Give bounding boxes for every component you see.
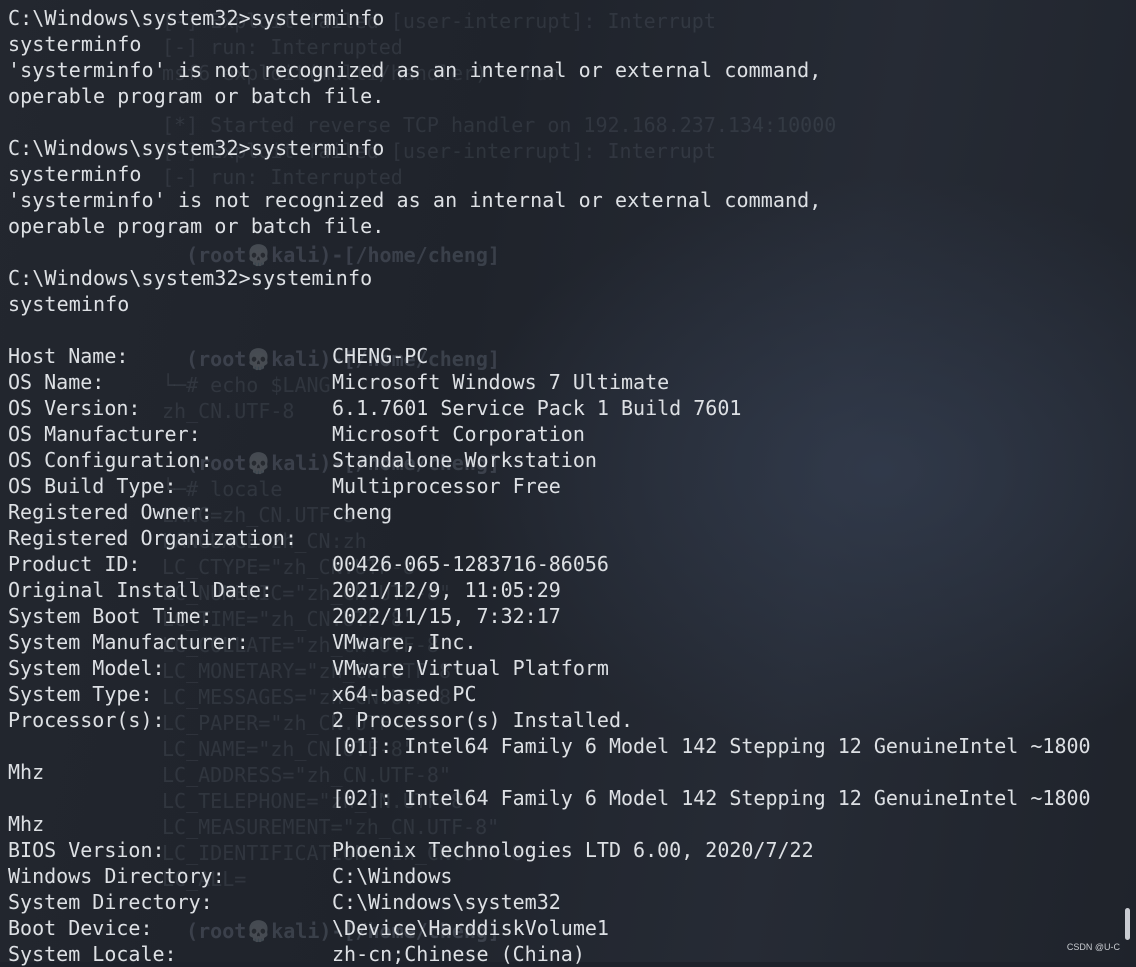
systeminfo-value: C:\Windows	[332, 864, 453, 888]
systeminfo-label: Windows Directory:	[8, 864, 225, 888]
scrollbar-thumb[interactable]	[1125, 908, 1130, 940]
systeminfo-label: BIOS Version:	[8, 838, 165, 862]
terminal-line: C:\Windows\system32>systerminfo	[8, 6, 385, 30]
systeminfo-value: [01]: Intel64 Family 6 Model 142 Steppin…	[332, 734, 1091, 758]
terminal-line: operable program or batch file.	[8, 84, 385, 108]
systeminfo-row: OS Build Type: Multiprocessor Free	[8, 473, 1108, 499]
systeminfo-row: OS Manufacturer: Microsoft Corporation	[8, 421, 1108, 447]
terminal-line: operable program or batch file.	[8, 214, 385, 238]
systeminfo-value: 6.1.7601 Service Pack 1 Build 7601	[332, 396, 742, 420]
systeminfo-label: System Manufacturer:	[8, 630, 249, 654]
terminal-line: 'systerminfo' is not recognized as an in…	[8, 58, 822, 82]
terminal-line: systerminfo	[8, 32, 142, 56]
systeminfo-label: Mhz	[8, 812, 45, 836]
systeminfo-label	[8, 733, 332, 759]
systeminfo-row: System Locale: zh-cn;Chinese (China)	[8, 941, 1108, 967]
systeminfo-label	[8, 785, 332, 811]
systeminfo-label: Registered Organization:	[8, 526, 297, 550]
systeminfo-label: Boot Device:	[8, 916, 153, 940]
systeminfo-row: [01]: Intel64 Family 6 Model 142 Steppin…	[8, 733, 1108, 759]
systeminfo-value: 2 Processor(s) Installed.	[332, 708, 634, 732]
systeminfo-row: System Model: VMware Virtual Platform	[8, 655, 1108, 681]
systeminfo-label: OS Configuration:	[8, 448, 213, 472]
systeminfo-value: VMware Virtual Platform	[332, 656, 609, 680]
systeminfo-row: Boot Device: \Device\HarddiskVolume1	[8, 915, 1108, 941]
systeminfo-label: OS Manufacturer:	[8, 422, 201, 446]
systeminfo-row: [02]: Intel64 Family 6 Model 142 Steppin…	[8, 785, 1108, 811]
systeminfo-value: Microsoft Corporation	[332, 422, 585, 446]
systeminfo-value: zh-cn;Chinese (China)	[332, 942, 585, 966]
terminal-line: systerminfo	[8, 162, 142, 186]
systeminfo-row: System Manufacturer: VMware, Inc.	[8, 629, 1108, 655]
watermark: CSDN @U-C	[1066, 942, 1120, 952]
terminal-output[interactable]: C:\Windows\system32>systerminfo systermin…	[8, 5, 1108, 967]
systeminfo-value: \Device\HarddiskVolume1	[332, 916, 609, 940]
systeminfo-value: Phoenix Technologies LTD 6.00, 2020/7/22	[332, 838, 814, 862]
systeminfo-label: System Directory:	[8, 890, 213, 914]
systeminfo-row: Mhz	[8, 759, 1108, 785]
systeminfo-value: VMware, Inc.	[332, 630, 477, 654]
systeminfo-row: OS Configuration: Standalone Workstation	[8, 447, 1108, 473]
systeminfo-row: Registered Owner: cheng	[8, 499, 1108, 525]
systeminfo-value: Multiprocessor Free	[332, 474, 561, 498]
systeminfo-label: OS Name:	[8, 370, 105, 394]
systeminfo-row: OS Version: 6.1.7601 Service Pack 1 Build…	[8, 395, 1108, 421]
systeminfo-row: System Boot Time: 2022/11/15, 7:32:17	[8, 603, 1108, 629]
systeminfo-label: Original Install Date:	[8, 578, 273, 602]
systeminfo-label: Host Name:	[8, 344, 129, 368]
systeminfo-label: OS Version:	[8, 396, 141, 420]
terminal-line: C:\Windows\system32>systeminfo	[8, 266, 373, 290]
systeminfo-label: Mhz	[8, 760, 45, 784]
systeminfo-label: System Type:	[8, 682, 153, 706]
systeminfo-value: Microsoft Windows 7 Ultimate	[332, 370, 670, 394]
systeminfo-value: 2021/12/9, 11:05:29	[332, 578, 561, 602]
systeminfo-row: BIOS Version: Phoenix Technologies LTD 6.…	[8, 837, 1108, 863]
systeminfo-value: cheng	[332, 500, 393, 524]
systeminfo-row: Windows Directory: C:\Windows	[8, 863, 1108, 889]
systeminfo-label: Registered Owner:	[8, 500, 213, 524]
terminal-line: systeminfo	[8, 292, 130, 316]
terminal-scrollbar[interactable]	[1122, 0, 1134, 962]
terminal-line: 'systerminfo' is not recognized as an in…	[8, 188, 822, 212]
systeminfo-value: 00426-065-1283716-86056	[332, 552, 609, 576]
systeminfo-row: System Type: x64-based PC	[8, 681, 1108, 707]
systeminfo-label: System Model:	[8, 656, 165, 680]
systeminfo-label: Processor(s):	[8, 708, 165, 732]
systeminfo-label: OS Build Type:	[8, 474, 177, 498]
systeminfo-row: Product ID: 00426-065-1283716-86056	[8, 551, 1108, 577]
systeminfo-value: CHENG-PC	[332, 344, 429, 368]
systeminfo-row: Original Install Date: 2021/12/9, 11:05:2…	[8, 577, 1108, 603]
systeminfo-label: System Boot Time:	[8, 604, 213, 628]
systeminfo-value: [02]: Intel64 Family 6 Model 142 Steppin…	[332, 786, 1091, 810]
systeminfo-label: System Locale:	[8, 942, 177, 966]
systeminfo-row: OS Name: Microsoft Windows 7 Ultimate	[8, 369, 1108, 395]
terminal-line: C:\Windows\system32>systerminfo	[8, 136, 385, 160]
systeminfo-row: Registered Organization:	[8, 525, 1108, 551]
systeminfo-value: Standalone Workstation	[332, 448, 597, 472]
systeminfo-label: Product ID:	[8, 552, 141, 576]
systeminfo-row: Host Name: CHENG-PC	[8, 343, 1108, 369]
systeminfo-value: C:\Windows\system32	[332, 890, 561, 914]
systeminfo-row: Processor(s): 2 Processor(s) Installed.	[8, 707, 1108, 733]
systeminfo-row: Mhz	[8, 811, 1108, 837]
systeminfo-row: System Directory: C:\Windows\system32	[8, 889, 1108, 915]
systeminfo-value: x64-based PC	[332, 682, 477, 706]
systeminfo-value: 2022/11/15, 7:32:17	[332, 604, 561, 628]
